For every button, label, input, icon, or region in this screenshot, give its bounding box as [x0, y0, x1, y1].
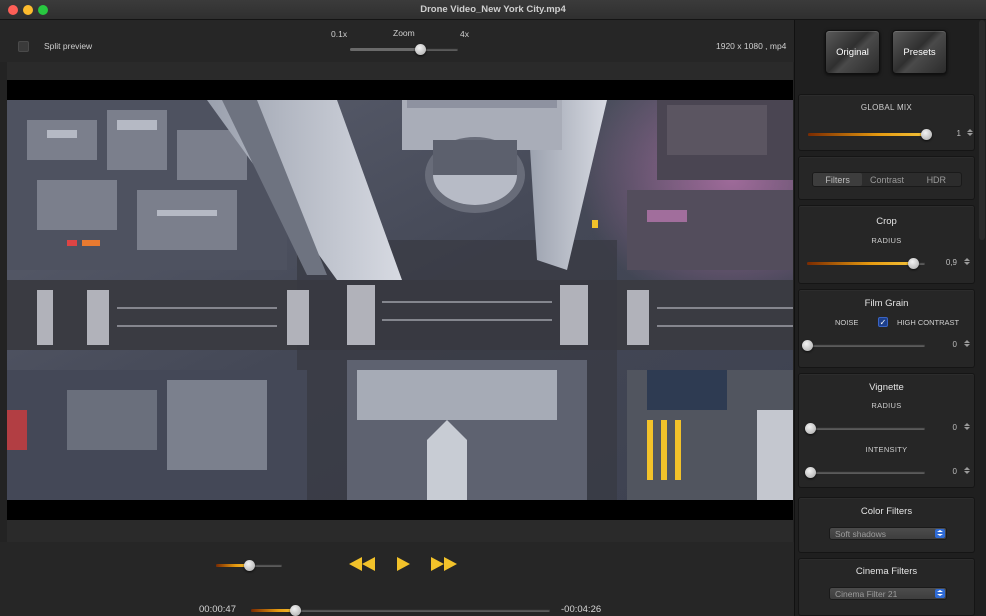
sidebar-scrollbar[interactable]: [979, 20, 985, 240]
title-bar: Drone Video_New York City.mp4: [0, 0, 986, 20]
vignette-panel: Vignette RADIUS 0 INTENSITY 0: [798, 373, 975, 488]
film-grain-stepper[interactable]: [963, 339, 971, 351]
vignette-radius-slider-track[interactable]: [807, 427, 925, 430]
high-contrast-checkbox[interactable]: ✓: [878, 317, 888, 327]
cinema-filters-panel: Cinema Filters Cinema Filter 21: [798, 558, 975, 616]
window-title: Drone Video_New York City.mp4: [420, 4, 566, 15]
film-grain-slider-track[interactable]: [807, 344, 925, 347]
playback-controls: 00:00:47 -00:04:26: [0, 542, 794, 616]
video-info: 1920 x 1080 , mp4: [716, 41, 787, 51]
play-button[interactable]: [397, 557, 411, 571]
color-filters-title: Color Filters: [860, 506, 913, 517]
volume-slider-knob[interactable]: [243, 560, 255, 571]
color-filters-panel: Color Filters Soft shadows: [798, 497, 975, 553]
crop-radius-slider-knob[interactable]: [907, 258, 919, 269]
progress-slider-knob[interactable]: [290, 605, 302, 616]
film-grain-slider-knob[interactable]: [801, 340, 813, 351]
zoom-max-label: 4x: [460, 29, 469, 39]
video-preview[interactable]: [7, 80, 793, 520]
film-grain-title: Film Grain: [864, 298, 909, 309]
original-button-label: Original: [836, 46, 869, 58]
cinema-filters-title: Cinema Filters: [855, 566, 918, 577]
adjustments-sidebar: Original Presets GLOBAL MIX 1 Filters Co…: [794, 20, 986, 616]
global-mix-value: 1: [956, 129, 961, 138]
preview-toolbar: Split preview 0.1x Zoom 4x 1920 x 1080 ,…: [0, 20, 794, 62]
tab-contrast[interactable]: Contrast: [862, 173, 911, 186]
vignette-intensity-stepper[interactable]: [963, 466, 971, 478]
vignette-title: Vignette: [869, 382, 904, 393]
cinema-filter-select[interactable]: Cinema Filter 21: [829, 587, 947, 600]
global-mix-panel: GLOBAL MIX 1: [798, 94, 975, 151]
zoom-label: Zoom: [393, 28, 415, 38]
zoom-slider-knob[interactable]: [414, 44, 426, 55]
split-preview-label: Split preview: [44, 41, 93, 51]
tabs-panel: Filters Contrast HDR: [798, 156, 975, 200]
presets-button-label: Presets: [903, 46, 936, 58]
crop-radius-label: RADIUS: [871, 236, 902, 245]
noise-label: NOISE: [835, 318, 859, 327]
preview-top-margin: [7, 62, 793, 80]
high-contrast-label: HIGH CONTRAST: [897, 318, 960, 327]
zoom-slider-track[interactable]: [350, 48, 458, 51]
remaining-time: -00:04:26: [561, 604, 602, 615]
global-mix-slider-knob[interactable]: [920, 129, 932, 140]
vignette-radius-slider-knob[interactable]: [805, 423, 816, 434]
vignette-radius-value: 0: [952, 423, 957, 432]
vignette-radius-label: RADIUS: [871, 401, 902, 410]
editor-area: Split preview 0.1x Zoom 4x 1920 x 1080 ,…: [0, 20, 794, 616]
global-mix-stepper[interactable]: [966, 128, 974, 140]
crop-radius-value: 0,9: [945, 258, 957, 267]
vignette-intensity-value: 0: [952, 467, 957, 476]
zoom-min-label: 0.1x: [331, 29, 348, 39]
crop-panel: Crop RADIUS 0,9: [798, 205, 975, 284]
current-time: 00:00:47: [199, 604, 236, 615]
filter-tabs: Filters Contrast HDR: [812, 172, 962, 187]
color-filter-selected: Soft shadows: [835, 529, 887, 539]
cinema-filter-selected: Cinema Filter 21: [835, 589, 898, 599]
original-button[interactable]: Original: [825, 30, 880, 74]
vignette-intensity-slider-knob[interactable]: [805, 467, 816, 478]
crop-title: Crop: [876, 216, 897, 227]
global-mix-slider-track[interactable]: [808, 133, 926, 136]
color-filter-select[interactable]: Soft shadows: [829, 527, 947, 540]
video-frame: [7, 80, 793, 520]
rewind-button[interactable]: [349, 557, 375, 571]
film-grain-value: 0: [952, 340, 957, 349]
fast-forward-button[interactable]: [431, 557, 457, 571]
split-preview-checkbox[interactable]: [18, 41, 29, 52]
tab-hdr[interactable]: HDR: [912, 173, 961, 186]
vignette-intensity-label: INTENSITY: [865, 445, 908, 454]
tab-filters[interactable]: Filters: [813, 173, 863, 186]
vignette-intensity-slider-track[interactable]: [807, 471, 925, 474]
presets-button[interactable]: Presets: [892, 30, 947, 74]
global-mix-title: GLOBAL MIX: [860, 103, 913, 112]
select-arrows-icon: [935, 529, 945, 538]
preview-bottom-margin: [7, 520, 793, 542]
vignette-radius-stepper[interactable]: [963, 422, 971, 434]
select-arrows-icon: [935, 589, 945, 598]
crop-radius-stepper[interactable]: [963, 257, 971, 269]
film-grain-panel: Film Grain NOISE ✓ HIGH CONTRAST 0: [798, 289, 975, 368]
